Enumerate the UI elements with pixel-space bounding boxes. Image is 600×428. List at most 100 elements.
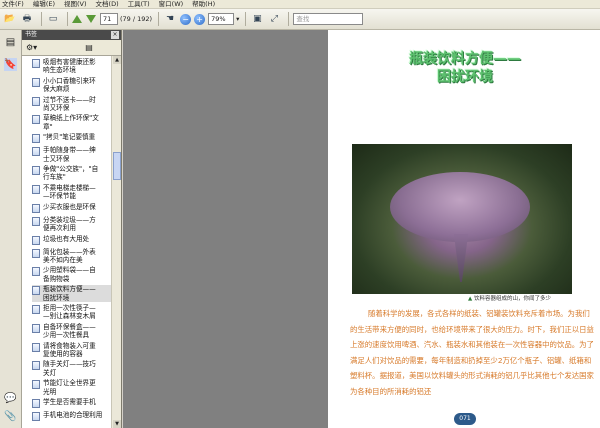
bookmark-item[interactable]: 手机电池的合理利用 [32, 411, 112, 422]
print-icon[interactable]: 🖶 [20, 12, 34, 26]
document-page: 瓶装饮料方便—— 困扰环境 ▲ 饮料容器组成的山，你闻了多少 随着科学的发展，各… [328, 30, 600, 428]
photo-caption: ▲ 饮料容器组成的山，你闻了多少 [468, 294, 551, 302]
bookmark-item[interactable]: 自备环保餐盒—— 少用一次性餐具 [32, 323, 112, 340]
pages-panel-icon[interactable]: ▤ [4, 36, 17, 49]
new-bookmark-icon[interactable]: ▤ [85, 43, 93, 52]
bookmark-item[interactable]: 瓶装饮料方便—— 困扰环境 [32, 285, 112, 302]
bookmark-label: 自备环保餐盒—— 少用一次性餐具 [43, 322, 96, 340]
bookmark-page-icon [32, 323, 40, 333]
bookmark-item[interactable]: 不乘电梯走楼梯— —环保节能 [32, 184, 112, 201]
bookmark-page-icon [32, 399, 40, 408]
bookmark-page-icon [32, 216, 40, 226]
panel-toolbar: ⚙▾ ▤ [22, 40, 121, 56]
bookmark-item[interactable]: 手帕随身带——绅 士又环保 [32, 146, 112, 163]
page-title-line1: 瓶装饮料方便—— [409, 51, 521, 67]
bookmark-item[interactable]: 吸烟有害健康还影 响生态环境 [32, 58, 112, 75]
scrollbar-thumb[interactable] [113, 152, 121, 180]
menu-tools[interactable]: 工具(T) [128, 0, 150, 9]
bookmark-item[interactable]: 简化包装——外表 美不如内在美 [32, 248, 112, 265]
bookmark-item[interactable]: 节能灯让全世界更 光明 [32, 379, 112, 396]
zoom-in-icon[interactable]: + [194, 13, 206, 25]
navigation-strip: ▤ 🔖 💬 📎 [0, 30, 22, 428]
bookmark-page-icon [32, 77, 40, 87]
bookmark-label: 手机电池的合理利用 [43, 411, 103, 419]
bookmark-item[interactable]: 小小口香糖引来环 保大麻烦 [32, 77, 112, 94]
bottle-sculpture [390, 172, 530, 242]
bookmark-item[interactable]: 草稿纸上作环保"文 章" [32, 114, 112, 131]
bookmark-item[interactable]: 过节不送卡——时 尚又环保 [32, 96, 112, 113]
bookmark-page-icon [32, 361, 40, 371]
bookmark-page-icon [32, 203, 40, 213]
menu-bar: 文件(F) 编辑(E) 视图(V) 文档(D) 工具(T) 窗口(W) 帮助(H… [0, 0, 600, 9]
open-folder-icon[interactable]: 📂 [3, 12, 17, 26]
bookmark-label: 吸烟有害健康还影 响生态环境 [43, 58, 96, 75]
next-page-icon[interactable] [86, 15, 96, 23]
search-input[interactable]: 查找 [293, 13, 364, 25]
toolbar-divider [245, 12, 247, 26]
attachment-icon[interactable]: 📎 [4, 410, 17, 423]
bookmarks-panel-icon[interactable]: 🔖 [4, 58, 17, 71]
panel-title: 书签 [25, 31, 38, 38]
menu-window[interactable]: 窗口(W) [159, 0, 184, 9]
bookmark-label: 请将食物装入可重 复使用的容器 [43, 341, 96, 358]
bookmark-label: 垃圾也有大用处 [43, 234, 90, 243]
bookmark-page-icon [32, 267, 40, 277]
comments-icon[interactable]: 💬 [4, 392, 17, 405]
bookmark-item[interactable]: 学生是否需要手机 [32, 398, 112, 409]
bookmark-item[interactable]: 拒用一次性筷子— —别让森林变木屑 [32, 304, 112, 321]
scroll-up-icon[interactable]: ▲ [113, 56, 121, 64]
bookmark-label: 小小口香糖引来环 保大麻烦 [43, 76, 96, 94]
bookmark-item[interactable]: 少买衣服也是环保 [32, 203, 112, 214]
toolbar: 📂 🖶 ▭ 71 (79 / 192) ☚ − + 79% ▾ ▣ ⤢ 查找 [0, 9, 600, 30]
bookmark-page-icon [32, 115, 40, 125]
zoom-out-icon[interactable]: − [180, 13, 192, 25]
page-number-input[interactable]: 71 [100, 13, 118, 25]
bookmark-page-icon [32, 134, 40, 144]
toolbar-divider [288, 12, 290, 26]
bookmark-scrollbar[interactable]: ▲ ▼ [111, 56, 121, 428]
menu-document[interactable]: 文档(D) [96, 0, 119, 9]
bookmark-item[interactable]: 争做"公交族"，"自 行车族" [32, 165, 112, 182]
pages-icon[interactable]: ▭ [46, 12, 60, 26]
caption-text: 饮料容器组成的山，你闻了多少 [473, 296, 551, 302]
bookmark-page-icon [32, 304, 40, 314]
bookmark-label: 手帕随身带——绅 士又环保 [43, 146, 96, 163]
menu-help[interactable]: 帮助(H) [192, 0, 215, 9]
bookmark-label: 分类装垃圾——方 便再次利用 [43, 215, 96, 233]
hand-tool-icon[interactable]: ☚ [163, 12, 177, 26]
bookmark-page-icon [32, 147, 40, 157]
bookmark-item[interactable]: 随手关灯——技巧 关灯 [32, 360, 112, 377]
page-title-line2: 困扰环境 [437, 69, 493, 85]
toolbar-divider [158, 12, 160, 26]
bookmark-item[interactable]: 垃圾也有大用处 [32, 235, 112, 246]
toolbar-divider [67, 12, 68, 26]
options-gear-icon[interactable]: ⚙▾ [26, 43, 37, 52]
scroll-down-icon[interactable]: ▼ [113, 420, 121, 428]
bookmark-label: 草稿纸上作环保"文 章" [43, 114, 99, 131]
bookmark-page-icon [32, 412, 40, 421]
menu-edit[interactable]: 编辑(E) [33, 0, 55, 9]
caption-triangle-icon: ▲ [468, 296, 473, 302]
body-text: 随着科学的发展，各式各样的纸装、铝罐装饮料充斥着市场。为我们的生活带来方便的同时… [350, 309, 594, 396]
bookmark-page-icon [32, 380, 40, 390]
page-number-badge: 071 [454, 413, 476, 425]
fit-page-icon[interactable]: ▣ [250, 12, 264, 26]
bookmark-page-icon [32, 96, 40, 106]
bookmark-label: 随手关灯——技巧 关灯 [43, 360, 96, 377]
bookmark-page-icon [32, 59, 40, 68]
zoom-level-select[interactable]: 79% [208, 13, 235, 25]
toolbar-divider [41, 12, 42, 26]
fit-width-icon[interactable]: ⤢ [267, 12, 281, 26]
document-viewport[interactable]: 瓶装饮料方便—— 困扰环境 ▲ 饮料容器组成的山，你闻了多少 随着科学的发展，各… [123, 30, 600, 428]
chevron-down-icon[interactable]: ▾ [236, 15, 239, 23]
bookmark-item[interactable]: 请将食物装入可重 复使用的容器 [32, 342, 112, 359]
bookmark-item[interactable]: 少用塑料袋——自 备购物袋 [32, 266, 112, 283]
menu-file[interactable]: 文件(F) [2, 0, 24, 9]
bookmark-label: 少买衣服也是环保 [43, 202, 96, 211]
page-count-label: (79 / 192) [120, 15, 153, 23]
bookmark-item[interactable]: 分类装垃圾——方 便再次利用 [32, 216, 112, 233]
bookmark-item[interactable]: "拷贝"笔记要慎重 [32, 133, 112, 144]
menu-view[interactable]: 视图(V) [64, 0, 87, 9]
previous-page-icon[interactable] [72, 15, 82, 23]
close-icon[interactable]: × [111, 31, 119, 39]
